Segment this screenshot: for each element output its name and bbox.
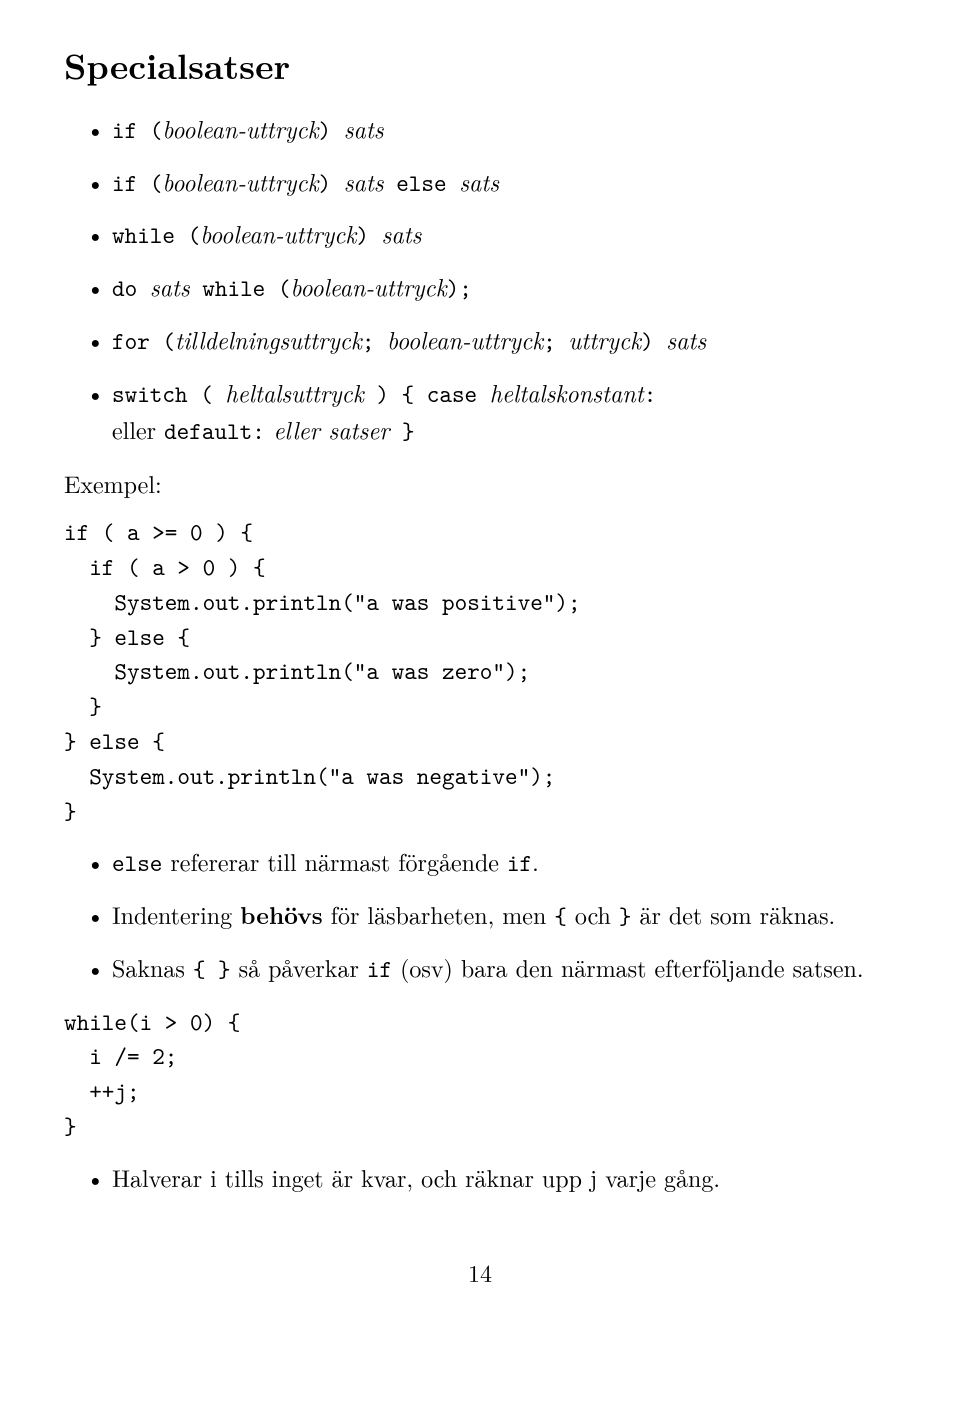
- list-item: do sats while (boolean-uttryck);: [64, 269, 896, 306]
- list-item: else refererar till närmast förgående if…: [64, 844, 896, 881]
- page-number: 14: [64, 1255, 896, 1290]
- list-item: if (boolean-uttryck) sats else sats: [64, 164, 896, 201]
- bottom-bullet-list: Halverar i tills inget är kvar, och räkn…: [64, 1160, 896, 1195]
- top-bullet-list: if (boolean-uttryck) sats if (boolean-utt…: [64, 111, 896, 449]
- list-item: if (boolean-uttryck) sats: [64, 111, 896, 148]
- list-item: for (tilldelningsuttryck; boolean-uttryc…: [64, 322, 896, 359]
- list-item: Saknas { } så påverkar if (osv) bara den…: [64, 950, 896, 987]
- list-item: while (boolean-uttryck) sats: [64, 216, 896, 253]
- exempel-label: Exempel:: [64, 466, 896, 501]
- list-item: switch ( heltalsuttryck ) { case heltals…: [64, 375, 896, 449]
- list-item: Halverar i tills inget är kvar, och räkn…: [64, 1160, 896, 1195]
- section-heading: Specialsatser: [64, 40, 896, 91]
- code-block-2: while(i > 0) { i /= 2; ++j; }: [64, 1005, 896, 1144]
- mid-bullet-list: else refererar till närmast förgående if…: [64, 844, 896, 986]
- list-item: Indentering behövs för läsbarheten, men …: [64, 897, 896, 934]
- code-block-1: if ( a >= 0 ) { if ( a > 0 ) { System.ou…: [64, 515, 896, 828]
